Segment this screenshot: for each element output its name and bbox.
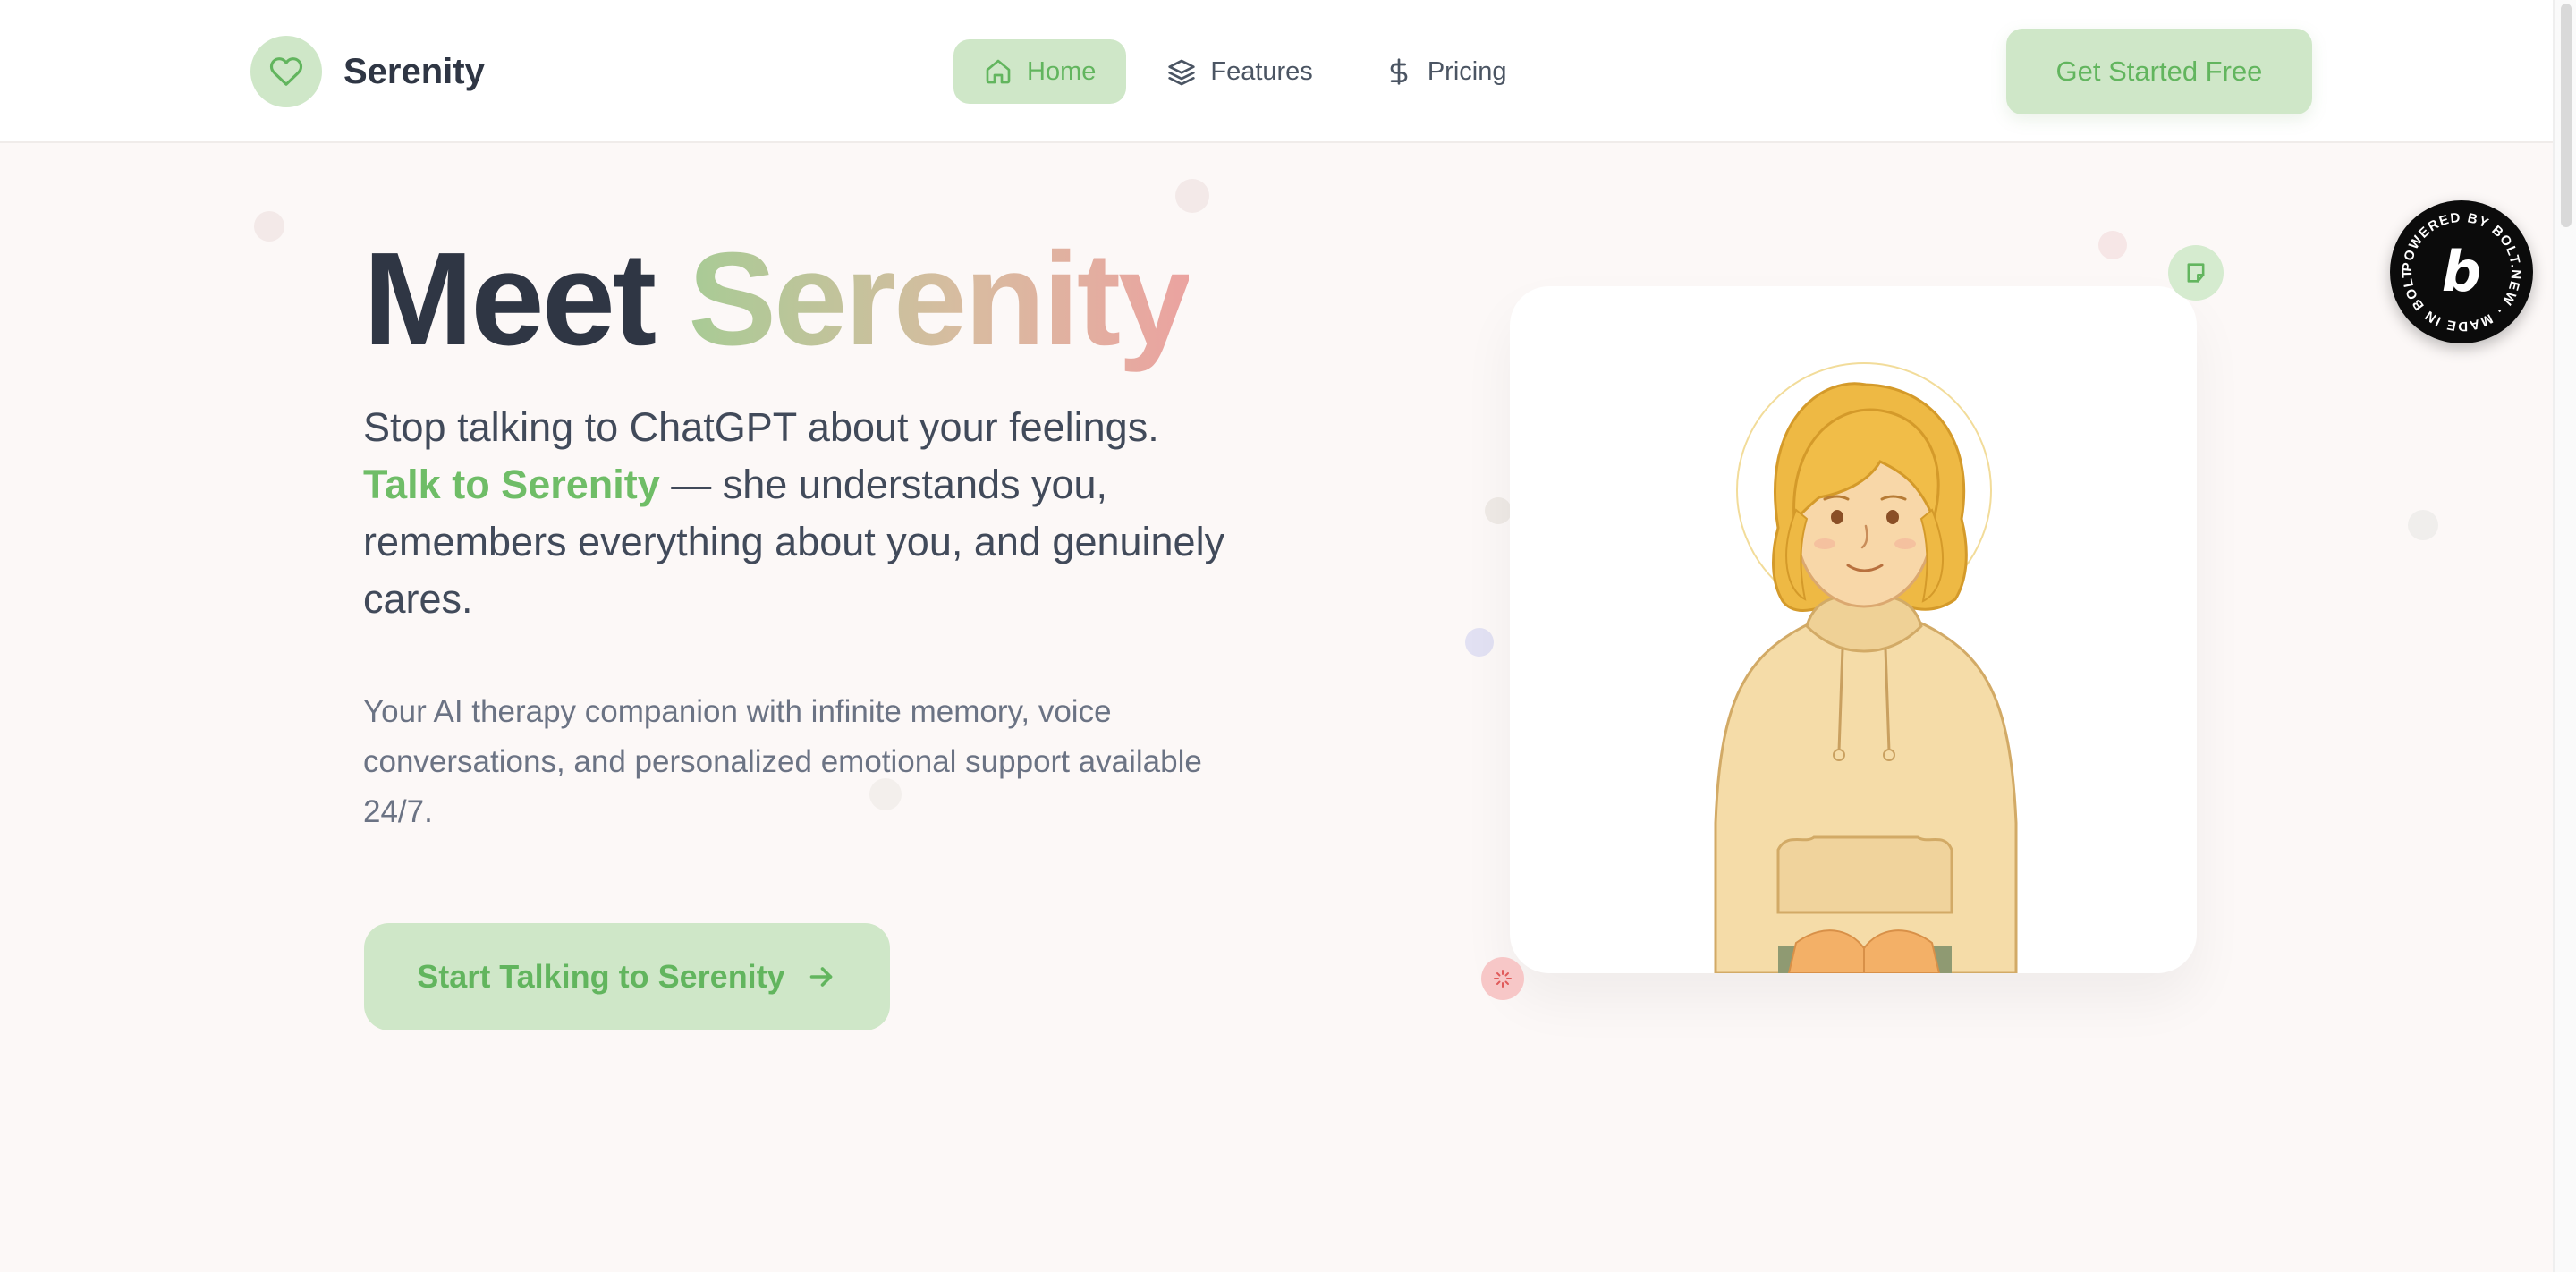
hero-title: Meet Serenity — [363, 224, 1191, 376]
get-started-button[interactable]: Get Started Free — [2006, 29, 2312, 114]
decorative-dot — [254, 211, 284, 242]
badge-letter: b — [2442, 239, 2481, 304]
dollar-icon — [1390, 58, 1408, 85]
sparkle-icon — [1481, 957, 1524, 1000]
decorative-dot — [1485, 497, 1512, 524]
brand-name: Serenity — [343, 51, 485, 91]
heart-icon — [250, 36, 322, 107]
hero-title-meet: Meet — [363, 225, 657, 373]
decorative-dot — [1465, 628, 1494, 657]
start-talking-label: Start Talking to Serenity — [417, 958, 785, 995]
nav-item-label: Home — [1027, 56, 1097, 86]
hero-subtext: Your AI therapy companion with infinite … — [363, 694, 1202, 829]
bolt-logo-icon: POWERED BY BOLT.NEW · MADE IN BOLT.NEW ·… — [2383, 189, 2522, 334]
chat-bubble-icon — [2168, 245, 2224, 301]
arrow-right-icon — [809, 967, 833, 987]
nav-item-label: Pricing — [1427, 56, 1507, 86]
nav-item-features[interactable]: Features — [1137, 39, 1343, 104]
top-navbar: Serenity Home Features Pricing Get Start… — [0, 0, 2576, 143]
serenity-illustration-card — [1510, 286, 2197, 973]
decorative-dot — [1175, 179, 1209, 213]
page-scrollbar[interactable] — [2553, 0, 2576, 1272]
lead-line: Stop talking to ChatGPT about your feeli… — [363, 404, 1159, 450]
serenity-avatar-illustration — [1714, 362, 2018, 973]
scrollbar-thumb[interactable] — [2561, 4, 2572, 227]
bolt-powered-badge[interactable]: POWERED BY BOLT.NEW · MADE IN BOLT.NEW ·… — [2383, 189, 2533, 343]
decorative-dot — [2408, 510, 2438, 540]
layers-icon — [1168, 59, 1196, 86]
brand[interactable]: Serenity — [250, 36, 485, 107]
home-icon — [986, 59, 1011, 84]
main-nav: Home Features Pricing — [953, 39, 1547, 104]
hero-lead: Stop talking to ChatGPT about your feeli… — [363, 399, 1240, 628]
nav-item-home[interactable]: Home — [953, 39, 1127, 104]
lead-accent: Talk to Serenity — [363, 462, 660, 507]
nav-item-label: Features — [1210, 56, 1313, 86]
nav-item-pricing[interactable]: Pricing — [1354, 39, 1538, 104]
start-talking-button[interactable]: Start Talking to Serenity — [364, 923, 890, 1030]
decorative-dot — [2098, 231, 2127, 259]
hero-title-serenity: Serenity — [688, 225, 1191, 373]
